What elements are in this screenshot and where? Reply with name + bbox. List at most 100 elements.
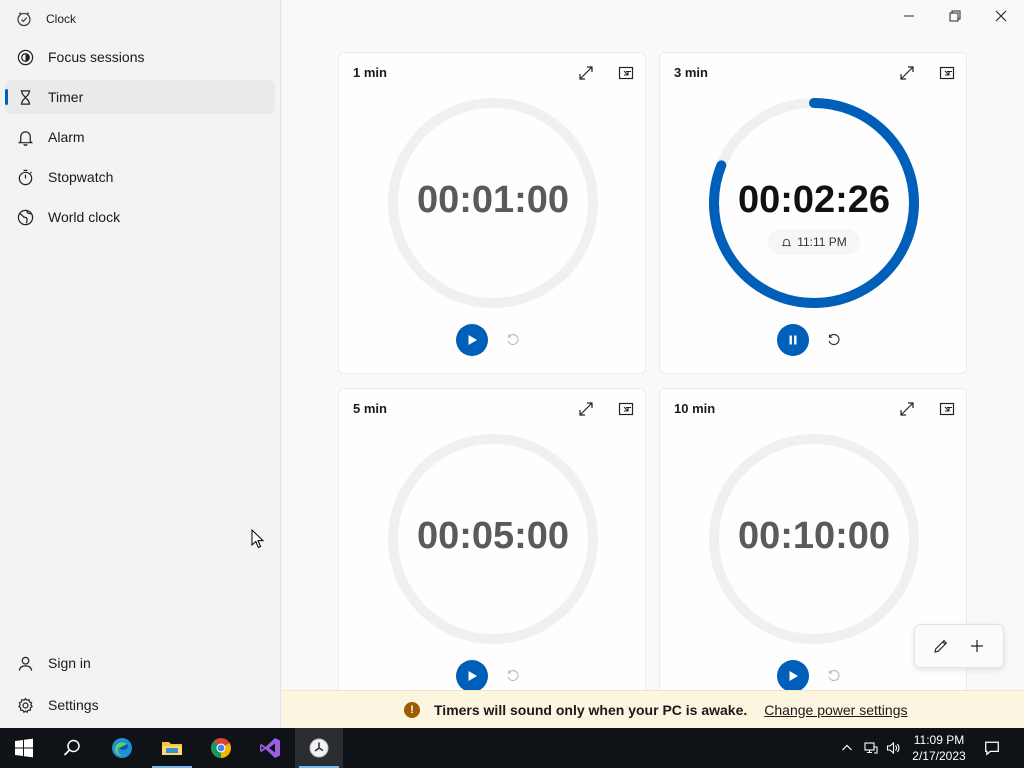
globe-icon [16, 208, 34, 226]
expand-button[interactable] [576, 399, 596, 419]
nav-timer[interactable]: Timer [5, 80, 275, 114]
nav-alarm[interactable]: Alarm [5, 120, 275, 154]
timer-name: 10 min [674, 401, 716, 416]
edit-timers-button[interactable] [927, 632, 955, 660]
window-controls [886, 0, 1024, 32]
reset-icon [828, 669, 840, 682]
time-remaining: 00:10:00 [737, 515, 891, 557]
visual-studio-taskbar-button[interactable] [246, 728, 294, 768]
play-button[interactable] [456, 660, 488, 692]
expand-button[interactable] [897, 399, 917, 419]
reset-button[interactable] [497, 324, 529, 356]
nav-label: Settings [48, 697, 99, 713]
keep-on-top-button[interactable] [616, 399, 636, 419]
reset-button[interactable] [497, 660, 529, 692]
nav-focus-sessions[interactable]: Focus sessions [5, 40, 275, 74]
expand-icon [579, 66, 593, 80]
windows-logo-icon [15, 738, 33, 758]
mouse-cursor-icon [251, 529, 265, 549]
expand-icon [900, 402, 914, 416]
bell-icon [16, 128, 34, 146]
nav-sign-in[interactable]: Sign in [5, 646, 275, 680]
sidebar: Clock Focus sessions Timer Alarm Stopwat… [0, 0, 281, 728]
clock-time: 11:09 PM [913, 733, 965, 747]
search-button[interactable] [48, 728, 96, 768]
pause-button[interactable] [777, 324, 809, 356]
keep-on-top-icon [939, 66, 955, 80]
show-hidden-icons-button[interactable] [838, 728, 856, 768]
minimize-icon [904, 15, 914, 17]
bell-icon [781, 238, 792, 246]
notifications-button[interactable] [976, 728, 1008, 768]
keep-on-top-icon [618, 66, 634, 80]
stopwatch-icon [16, 168, 34, 186]
reset-button[interactable] [818, 660, 850, 692]
nav-world-clock[interactable]: World clock [5, 200, 275, 234]
app-title-bar: Clock [16, 8, 76, 30]
nav-label: World clock [48, 209, 121, 225]
reset-button[interactable] [818, 324, 850, 356]
restore-button[interactable] [932, 0, 978, 32]
timer-card[interactable]: 1 min 00:01:00 [338, 52, 646, 374]
play-icon [468, 671, 477, 681]
taskbar: 11:09 PM 2/17/2023 [0, 728, 1024, 768]
edge-icon [112, 738, 132, 758]
expand-icon [900, 66, 914, 80]
keep-on-top-button[interactable] [937, 63, 957, 83]
notification-icon [985, 741, 999, 756]
expand-icon [579, 402, 593, 416]
close-button[interactable] [978, 0, 1024, 32]
person-icon [16, 654, 34, 672]
banner-message: Timers will sound only when your PC is a… [434, 701, 748, 718]
network-button[interactable] [862, 728, 880, 768]
play-icon [789, 671, 798, 681]
nav-label: Alarm [48, 129, 85, 145]
alarm-time: 11:11 PM [797, 235, 847, 249]
speaker-icon [886, 741, 900, 755]
search-icon [63, 739, 80, 756]
keep-on-top-icon [618, 402, 634, 416]
timer-card[interactable]: 5 min 00:05:00 [338, 388, 646, 710]
nav-settings[interactable]: Settings [5, 688, 275, 722]
expand-button[interactable] [576, 63, 596, 83]
system-clock[interactable]: 11:09 PM 2/17/2023 [900, 732, 978, 764]
play-button[interactable] [456, 324, 488, 356]
restore-icon [949, 10, 961, 22]
close-icon [995, 10, 1007, 22]
timer-name: 3 min [674, 65, 708, 80]
keep-on-top-button[interactable] [937, 399, 957, 419]
network-icon [864, 742, 878, 754]
warning-icon: ! [404, 701, 420, 718]
nav-label: Stopwatch [48, 169, 114, 185]
play-button[interactable] [777, 660, 809, 692]
edge-taskbar-button[interactable] [98, 728, 146, 768]
pause-icon [789, 335, 797, 345]
reset-icon [507, 333, 519, 346]
add-timer-button[interactable] [963, 632, 991, 660]
timer-name: 1 min [353, 65, 387, 80]
minimize-button[interactable] [886, 0, 932, 32]
chrome-icon [211, 738, 231, 758]
nav-stopwatch[interactable]: Stopwatch [5, 160, 275, 194]
timer-actions-toolbar [914, 624, 1004, 668]
clock-taskbar-button[interactable] [295, 728, 343, 768]
start-button[interactable] [0, 728, 48, 768]
timer-card[interactable]: 3 min 00:02:26 11:11 PM [659, 52, 967, 374]
chrome-taskbar-button[interactable] [197, 728, 245, 768]
visual-studio-icon [260, 738, 280, 758]
nav-label: Timer [48, 89, 84, 105]
timer-name: 5 min [353, 401, 387, 416]
power-warning-banner: ! Timers will sound only when your PC is… [282, 690, 1024, 728]
clock-date: 2/17/2023 [912, 749, 966, 763]
time-remaining: 00:05:00 [416, 515, 570, 557]
file-explorer-taskbar-button[interactable] [148, 728, 196, 768]
main-content: 1 min 00:01:00 3 min 00:02:26 11:11 PM 5… [282, 0, 1024, 728]
chevron-up-icon [842, 744, 852, 751]
alarm-time-chip: 11:11 PM [768, 229, 860, 255]
pencil-icon [934, 639, 948, 653]
expand-button[interactable] [897, 63, 917, 83]
change-power-settings-link[interactable]: Change power settings [764, 702, 907, 718]
hourglass-icon [16, 88, 34, 106]
reset-icon [507, 669, 519, 682]
keep-on-top-button[interactable] [616, 63, 636, 83]
